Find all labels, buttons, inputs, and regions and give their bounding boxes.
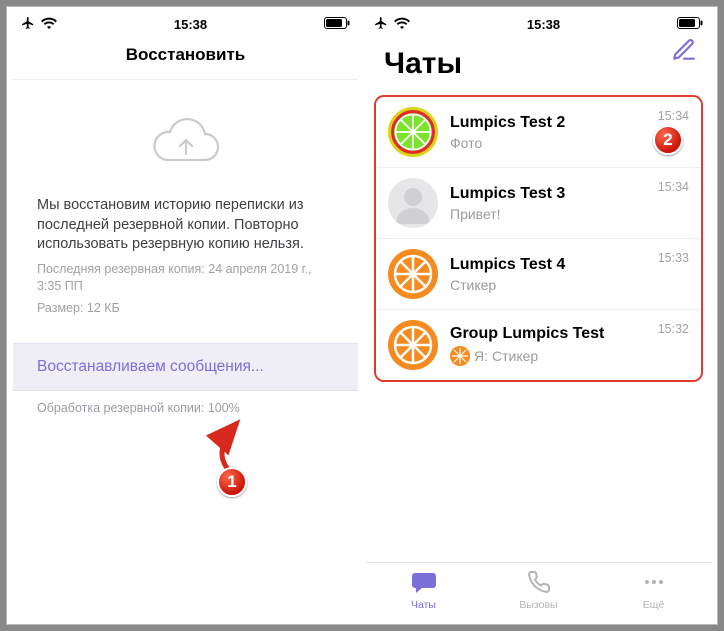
restore-progress-banner: Восстанавливаем сообщения... bbox=[13, 343, 358, 391]
chat-time: 15:32 bbox=[658, 322, 689, 336]
wifi-icon bbox=[394, 17, 410, 32]
avatar bbox=[388, 249, 438, 299]
status-time: 15:38 bbox=[174, 17, 207, 32]
status-time: 15:38 bbox=[527, 17, 560, 32]
restore-description: Мы восстановим историю переписки из посл… bbox=[37, 196, 334, 255]
compose-button[interactable] bbox=[671, 37, 697, 68]
battery-icon bbox=[324, 17, 350, 32]
backup-size-label: Размер: 12 КБ bbox=[37, 300, 334, 317]
phone-icon bbox=[527, 570, 551, 597]
tutorial-stage: 15:38 Восстановить Мы восстановим истори… bbox=[6, 6, 718, 625]
chat-subtitle-text: Стикер bbox=[492, 348, 538, 364]
chat-prefix: Я: bbox=[474, 348, 488, 364]
avatar bbox=[388, 320, 438, 370]
chat-name: Lumpics Test 3 bbox=[450, 185, 646, 203]
last-backup-label: Последняя резервная копия: 24 апреля 201… bbox=[37, 261, 334, 295]
more-icon bbox=[642, 570, 666, 597]
wifi-icon bbox=[41, 17, 57, 32]
chat-bubble-icon bbox=[411, 570, 437, 597]
tab-label: Вызовы bbox=[519, 599, 557, 611]
cloud-upload-icon bbox=[37, 80, 334, 196]
battery-icon bbox=[677, 17, 703, 32]
phone-chats-screen: 15:38 Чаты Lumpics Test 2 Фото bbox=[366, 13, 711, 618]
avatar bbox=[388, 107, 438, 157]
status-bar: 15:38 bbox=[366, 13, 711, 35]
tab-more[interactable]: Ещё bbox=[596, 563, 711, 618]
chat-time: 15:33 bbox=[658, 251, 689, 265]
chat-row[interactable]: Lumpics Test 3 Привет! 15:34 bbox=[376, 168, 701, 239]
chats-title: Чаты bbox=[366, 35, 711, 89]
chat-subtitle: Привет! bbox=[450, 206, 646, 222]
chat-row[interactable]: Lumpics Test 4 Стикер 15:33 bbox=[376, 239, 701, 310]
tab-label: Ещё bbox=[643, 599, 664, 611]
page-title: Восстановить bbox=[13, 35, 358, 80]
annotation-badge-2: 2 bbox=[653, 125, 683, 155]
tab-bar: Чаты Вызовы Ещё bbox=[366, 562, 711, 618]
annotation-badge-1: 1 bbox=[217, 467, 247, 497]
chat-name: Group Lumpics Test bbox=[450, 325, 646, 343]
phone-restore-screen: 15:38 Восстановить Мы восстановим истори… bbox=[13, 13, 358, 618]
chat-row[interactable]: Lumpics Test 2 Фото 15:34 bbox=[376, 97, 701, 168]
mini-avatar-icon bbox=[450, 346, 470, 366]
status-bar: 15:38 bbox=[13, 13, 358, 35]
restore-processing-label: Обработка резервной копии: 100% bbox=[37, 401, 334, 415]
chat-subtitle: Я: Стикер bbox=[450, 346, 646, 366]
chat-name: Lumpics Test 4 bbox=[450, 256, 646, 274]
chat-subtitle: Стикер bbox=[450, 277, 646, 293]
tab-label: Чаты bbox=[411, 599, 436, 611]
airplane-icon bbox=[21, 16, 35, 33]
restore-body: Мы восстановим историю переписки из посл… bbox=[13, 80, 358, 618]
chat-name: Lumpics Test 2 bbox=[450, 114, 646, 132]
chat-time: 15:34 bbox=[658, 180, 689, 194]
tab-chats[interactable]: Чаты bbox=[366, 563, 481, 618]
chat-subtitle: Фото bbox=[450, 135, 646, 151]
tab-calls[interactable]: Вызовы bbox=[481, 563, 596, 618]
airplane-icon bbox=[374, 16, 388, 33]
chat-row[interactable]: Group Lumpics Test Я: Стикер 15:32 bbox=[376, 310, 701, 380]
avatar bbox=[388, 178, 438, 228]
chat-time: 15:34 bbox=[658, 109, 689, 123]
